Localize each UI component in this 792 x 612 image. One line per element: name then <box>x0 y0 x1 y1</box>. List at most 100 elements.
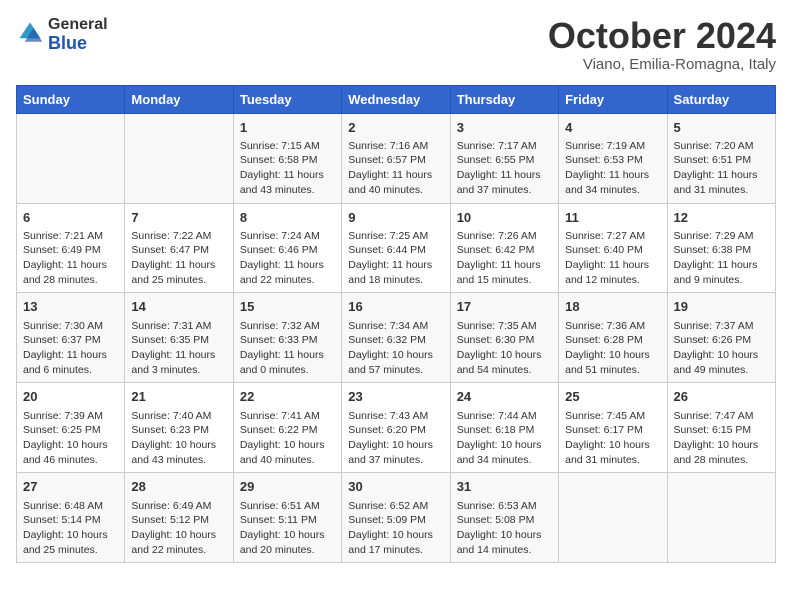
day-number: 29 <box>240 478 335 496</box>
day-info: Sunrise: 7:39 AM Sunset: 6:25 PM Dayligh… <box>23 409 118 468</box>
logo-blue-text: Blue <box>48 34 108 54</box>
page-header: General Blue October 2024 Viano, Emilia-… <box>16 16 776 73</box>
calendar-week-row: 20 Sunrise: 7:39 AM Sunset: 6:25 PM Dayli… <box>17 383 776 473</box>
day-info: Sunrise: 7:32 AM Sunset: 6:33 PM Dayligh… <box>240 319 335 378</box>
calendar-cell: 22 Sunrise: 7:41 AM Sunset: 6:22 PM Dayli… <box>233 383 341 473</box>
day-number: 4 <box>565 119 660 137</box>
day-info: Sunrise: 6:52 AM Sunset: 5:09 PM Dayligh… <box>348 499 443 558</box>
calendar-cell: 30Sunrise: 6:52 AM Sunset: 5:09 PM Dayli… <box>342 473 450 563</box>
calendar-cell: 10Sunrise: 7:26 AM Sunset: 6:42 PM Dayli… <box>450 203 558 293</box>
day-info: Sunrise: 7:44 AM Sunset: 6:18 PM Dayligh… <box>457 409 552 468</box>
day-info: Sunrise: 7:41 AM Sunset: 6:22 PM Dayligh… <box>240 409 335 468</box>
day-number: 23 <box>348 388 443 406</box>
calendar-header: SundayMondayTuesdayWednesdayThursdayFrid… <box>17 85 776 113</box>
weekday-header-row: SundayMondayTuesdayWednesdayThursdayFrid… <box>17 85 776 113</box>
calendar-cell: 1Sunrise: 7:15 AM Sunset: 6:58 PM Daylig… <box>233 113 341 203</box>
calendar-table: SundayMondayTuesdayWednesdayThursdayFrid… <box>16 85 776 564</box>
day-number: 14 <box>131 298 226 316</box>
day-number: 17 <box>457 298 552 316</box>
calendar-cell: 9 Sunrise: 7:25 AM Sunset: 6:44 PM Daylig… <box>342 203 450 293</box>
day-info: Sunrise: 6:51 AM Sunset: 5:11 PM Dayligh… <box>240 499 335 558</box>
calendar-cell: 12 Sunrise: 7:29 AM Sunset: 6:38 PM Dayli… <box>667 203 775 293</box>
calendar-cell: 26 Sunrise: 7:47 AM Sunset: 6:15 PM Dayli… <box>667 383 775 473</box>
calendar-cell: 8Sunrise: 7:24 AM Sunset: 6:46 PM Daylig… <box>233 203 341 293</box>
weekday-header-tuesday: Tuesday <box>233 85 341 113</box>
calendar-cell <box>17 113 125 203</box>
calendar-week-row: 1Sunrise: 7:15 AM Sunset: 6:58 PM Daylig… <box>17 113 776 203</box>
day-number: 27 <box>23 478 118 496</box>
day-info: Sunrise: 6:53 AM Sunset: 5:08 PM Dayligh… <box>457 499 552 558</box>
day-info: Sunrise: 7:16 AM Sunset: 6:57 PM Dayligh… <box>348 139 443 198</box>
location-text: Viano, Emilia-Romagna, Italy <box>548 56 776 73</box>
day-number: 13 <box>23 298 118 316</box>
month-title: October 2024 <box>548 16 776 56</box>
day-info: Sunrise: 7:47 AM Sunset: 6:15 PM Dayligh… <box>674 409 769 468</box>
day-info: Sunrise: 7:40 AM Sunset: 6:23 PM Dayligh… <box>131 409 226 468</box>
day-number: 22 <box>240 388 335 406</box>
day-info: Sunrise: 7:34 AM Sunset: 6:32 PM Dayligh… <box>348 319 443 378</box>
calendar-cell: 11 Sunrise: 7:27 AM Sunset: 6:40 PM Dayli… <box>559 203 667 293</box>
day-number: 1 <box>240 119 335 137</box>
title-area: October 2024 Viano, Emilia-Romagna, Ital… <box>548 16 776 73</box>
calendar-cell: 14 Sunrise: 7:31 AM Sunset: 6:35 PM Dayli… <box>125 293 233 383</box>
day-info: Sunrise: 7:27 AM Sunset: 6:40 PM Dayligh… <box>565 229 660 288</box>
day-number: 21 <box>131 388 226 406</box>
day-info: Sunrise: 7:22 AM Sunset: 6:47 PM Dayligh… <box>131 229 226 288</box>
day-number: 3 <box>457 119 552 137</box>
day-info: Sunrise: 7:29 AM Sunset: 6:38 PM Dayligh… <box>674 229 769 288</box>
calendar-cell: 15 Sunrise: 7:32 AM Sunset: 6:33 PM Dayli… <box>233 293 341 383</box>
day-info: Sunrise: 6:49 AM Sunset: 5:12 PM Dayligh… <box>131 499 226 558</box>
day-info: Sunrise: 7:24 AM Sunset: 6:46 PM Dayligh… <box>240 229 335 288</box>
weekday-header-thursday: Thursday <box>450 85 558 113</box>
calendar-cell: 17Sunrise: 7:35 AM Sunset: 6:30 PM Dayli… <box>450 293 558 383</box>
day-info: Sunrise: 7:17 AM Sunset: 6:55 PM Dayligh… <box>457 139 552 198</box>
day-number: 28 <box>131 478 226 496</box>
calendar-cell: 7Sunrise: 7:22 AM Sunset: 6:47 PM Daylig… <box>125 203 233 293</box>
calendar-cell: 13 Sunrise: 7:30 AM Sunset: 6:37 PM Dayli… <box>17 293 125 383</box>
day-info: Sunrise: 7:43 AM Sunset: 6:20 PM Dayligh… <box>348 409 443 468</box>
day-info: Sunrise: 7:26 AM Sunset: 6:42 PM Dayligh… <box>457 229 552 288</box>
day-number: 2 <box>348 119 443 137</box>
day-number: 15 <box>240 298 335 316</box>
day-number: 25 <box>565 388 660 406</box>
day-info: Sunrise: 7:30 AM Sunset: 6:37 PM Dayligh… <box>23 319 118 378</box>
calendar-cell: 28 Sunrise: 6:49 AM Sunset: 5:12 PM Dayli… <box>125 473 233 563</box>
day-number: 24 <box>457 388 552 406</box>
day-info: Sunrise: 7:25 AM Sunset: 6:44 PM Dayligh… <box>348 229 443 288</box>
calendar-cell: 24 Sunrise: 7:44 AM Sunset: 6:18 PM Dayli… <box>450 383 558 473</box>
day-number: 16 <box>348 298 443 316</box>
day-number: 20 <box>23 388 118 406</box>
calendar-cell: 5Sunrise: 7:20 AM Sunset: 6:51 PM Daylig… <box>667 113 775 203</box>
logo-general-text: General <box>48 16 108 34</box>
calendar-cell: 2 Sunrise: 7:16 AM Sunset: 6:57 PM Daylig… <box>342 113 450 203</box>
day-info: Sunrise: 7:45 AM Sunset: 6:17 PM Dayligh… <box>565 409 660 468</box>
day-number: 5 <box>674 119 769 137</box>
day-info: Sunrise: 7:37 AM Sunset: 6:26 PM Dayligh… <box>674 319 769 378</box>
calendar-cell: 23 Sunrise: 7:43 AM Sunset: 6:20 PM Dayli… <box>342 383 450 473</box>
day-info: Sunrise: 7:36 AM Sunset: 6:28 PM Dayligh… <box>565 319 660 378</box>
weekday-header-wednesday: Wednesday <box>342 85 450 113</box>
calendar-cell: 16 Sunrise: 7:34 AM Sunset: 6:32 PM Dayli… <box>342 293 450 383</box>
calendar-cell <box>559 473 667 563</box>
day-number: 9 <box>348 209 443 227</box>
day-number: 12 <box>674 209 769 227</box>
calendar-cell: 27Sunrise: 6:48 AM Sunset: 5:14 PM Dayli… <box>17 473 125 563</box>
day-number: 18 <box>565 298 660 316</box>
calendar-cell: 25 Sunrise: 7:45 AM Sunset: 6:17 PM Dayli… <box>559 383 667 473</box>
day-info: Sunrise: 7:21 AM Sunset: 6:49 PM Dayligh… <box>23 229 118 288</box>
calendar-cell: 18 Sunrise: 7:36 AM Sunset: 6:28 PM Dayli… <box>559 293 667 383</box>
calendar-cell: 20 Sunrise: 7:39 AM Sunset: 6:25 PM Dayli… <box>17 383 125 473</box>
day-number: 6 <box>23 209 118 227</box>
logo-icon <box>16 19 44 47</box>
day-number: 11 <box>565 209 660 227</box>
calendar-cell: 31Sunrise: 6:53 AM Sunset: 5:08 PM Dayli… <box>450 473 558 563</box>
calendar-cell: 29 Sunrise: 6:51 AM Sunset: 5:11 PM Dayli… <box>233 473 341 563</box>
weekday-header-monday: Monday <box>125 85 233 113</box>
calendar-body: 1Sunrise: 7:15 AM Sunset: 6:58 PM Daylig… <box>17 113 776 563</box>
calendar-week-row: 27Sunrise: 6:48 AM Sunset: 5:14 PM Dayli… <box>17 473 776 563</box>
logo: General Blue <box>16 16 108 53</box>
day-info: Sunrise: 7:31 AM Sunset: 6:35 PM Dayligh… <box>131 319 226 378</box>
calendar-cell: 4Sunrise: 7:19 AM Sunset: 6:53 PM Daylig… <box>559 113 667 203</box>
calendar-cell: 21 Sunrise: 7:40 AM Sunset: 6:23 PM Dayli… <box>125 383 233 473</box>
day-number: 26 <box>674 388 769 406</box>
